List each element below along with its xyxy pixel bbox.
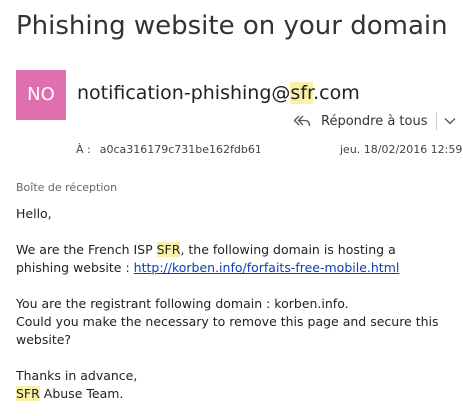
- email-date: jeu. 18/02/2016 12:59: [340, 143, 463, 156]
- email-subject: Phishing website on your domain: [16, 11, 448, 41]
- body-p2-line-1: You are the registrant following domain …: [16, 296, 349, 311]
- sender-address[interactable]: notification-phishing@sfr.com: [77, 80, 360, 106]
- body-greeting: Hello,: [16, 206, 52, 221]
- reply-divider: [435, 112, 437, 130]
- body-paragraph-2: You are the registrant following domain …: [16, 295, 446, 349]
- reply-all-button-group: Répondre à tous: [287, 108, 457, 134]
- recipient-row: À : a0ca316179c731be162fdb61e: [76, 143, 260, 156]
- email-body: Hello, We are the French ISP SFR, the fo…: [16, 205, 446, 403]
- sender-address-domain-end: .com: [313, 82, 360, 104]
- phishing-link[interactable]: http://korben.info/forfaits-free-mobile.…: [134, 260, 400, 275]
- body-closing: Thanks in advance,: [16, 368, 138, 383]
- reply-options-dropdown[interactable]: [443, 108, 457, 134]
- signature-text: Abuse Team.: [39, 386, 124, 401]
- body-p1-text-start: We are the French ISP: [16, 242, 157, 257]
- sender-address-local: notification-phishing@: [77, 82, 291, 104]
- reply-all-icon: [293, 112, 311, 130]
- reply-all-label: Répondre à tous: [321, 113, 428, 129]
- body-paragraph-1: We are the French ISP SFR, the following…: [16, 241, 446, 277]
- body-p2-line-2: Could you make the necessary to remove t…: [16, 314, 439, 347]
- recipient-value[interactable]: a0ca316179c731be162fdb61e: [100, 143, 260, 156]
- sender-address-highlight: sfr: [290, 82, 314, 104]
- reply-all-button[interactable]: Répondre à tous: [287, 108, 432, 134]
- sender-avatar[interactable]: NO: [16, 70, 66, 120]
- body-closing-block: Thanks in advance, SFR Abuse Team.: [16, 367, 446, 403]
- email-folder[interactable]: Boîte de réception: [16, 181, 117, 194]
- recipient-label: À :: [76, 143, 91, 156]
- chevron-down-icon: [444, 118, 455, 125]
- signature-highlight: SFR: [16, 386, 40, 401]
- body-p1-highlight: SFR: [156, 242, 181, 257]
